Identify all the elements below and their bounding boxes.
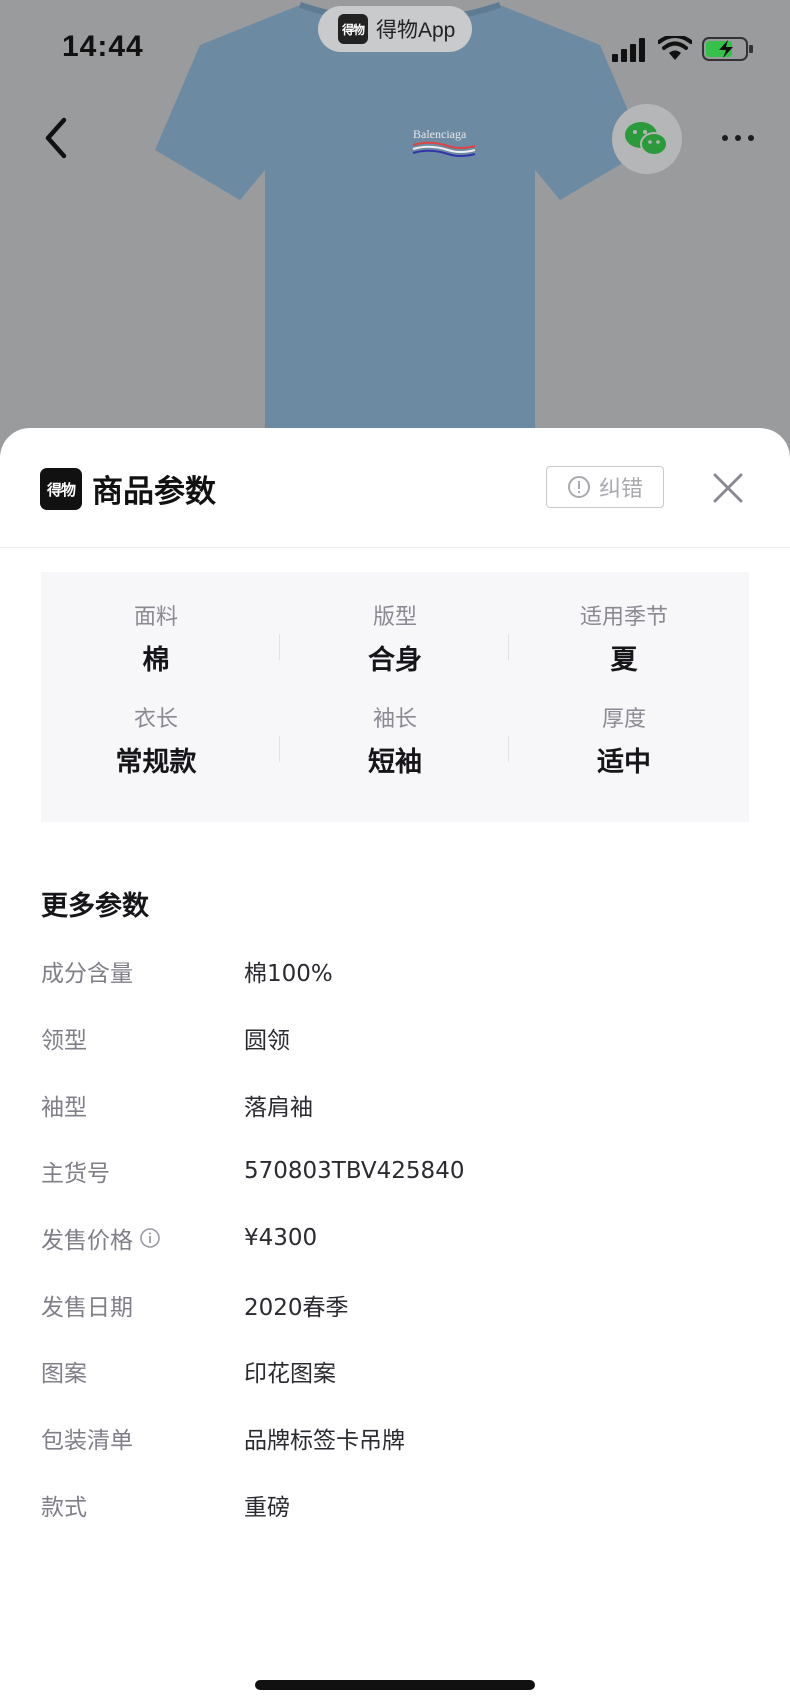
param-label: 衣长 [133, 707, 178, 732]
list-item: 袖型 落肩袖 [41, 1071, 749, 1138]
close-icon[interactable] [710, 470, 746, 506]
list-item: 包装清单 品牌标签卡吊牌 [41, 1405, 749, 1472]
detail-value: 落肩袖 [244, 1094, 313, 1121]
wechat-icon [625, 122, 668, 156]
alert-circle-icon [567, 476, 590, 498]
detail-label: 主货号 [41, 1161, 110, 1188]
detail-label: 包装清单 [41, 1428, 133, 1455]
list-item: 领型 圆领 [41, 1005, 749, 1072]
param-cell: 衣长 常规款 [41, 706, 271, 780]
param-cell: 面料 棉 [41, 604, 271, 678]
param-label: 厚度 [601, 707, 646, 732]
detail-value: 棉100% [244, 961, 333, 988]
detail-value: 圆领 [244, 1028, 290, 1055]
list-item: 发售价格 ¥4300 [41, 1205, 749, 1272]
more-params-title: 更多参数 [41, 891, 149, 922]
app-indicator-pill[interactable]: 得物 得物App [318, 6, 472, 52]
more-dot [735, 135, 741, 141]
report-error-label: 纠错 [598, 477, 643, 502]
detail-value: 2020春季 [244, 1294, 349, 1321]
more-dot [748, 135, 754, 141]
list-item: 成分含量 棉100% [41, 938, 749, 1005]
detail-label: 袖型 [41, 1094, 87, 1121]
app-name: 得物App [376, 19, 456, 42]
info-icon[interactable] [139, 1227, 161, 1249]
sheet-header: 得物 商品参数 纠错 [0, 428, 790, 548]
battery-charging-icon [702, 37, 753, 61]
detail-label: 图案 [41, 1361, 87, 1388]
param-label: 袖长 [372, 707, 417, 732]
detail-label: 成分含量 [41, 961, 133, 988]
cellular-signal-icon [612, 38, 645, 62]
key-params-grid: 面料 棉 版型 合身 适用季节 夏 衣长 常规款 袖长 短袖 厚度 适中 [41, 572, 749, 822]
grid-divider [279, 736, 280, 762]
detail-value: ¥4300 [244, 1225, 318, 1252]
detail-value: 重磅 [244, 1494, 290, 1521]
detail-value: 印花图案 [244, 1361, 336, 1388]
param-cell: 厚度 适中 [509, 706, 739, 780]
app-logo-icon: 得物 [338, 14, 368, 44]
detail-label: 领型 [41, 1028, 87, 1055]
param-value: 夏 [610, 645, 638, 676]
wechat-share-button[interactable] [612, 104, 682, 174]
list-item: 发售日期 2020春季 [41, 1271, 749, 1338]
param-value: 适中 [597, 747, 651, 778]
param-value: 短袖 [368, 747, 422, 778]
wifi-icon [658, 36, 692, 60]
detail-label: 发售日期 [41, 1294, 133, 1321]
status-time: 14:44 [62, 30, 144, 63]
param-value: 常规款 [115, 747, 197, 778]
detail-value: 570803TBV425840 [244, 1158, 465, 1185]
param-value: 棉 [142, 645, 170, 676]
param-cell: 袖长 短袖 [280, 706, 510, 780]
sheet-title: 商品参数 [92, 474, 216, 510]
detail-label: 款式 [41, 1494, 87, 1521]
more-params-list: 成分含量 棉100% 领型 圆领 袖型 落肩袖 主货号 570803TBV425… [41, 938, 749, 1538]
home-indicator[interactable] [255, 1680, 535, 1690]
list-item: 主货号 570803TBV425840 [41, 1138, 749, 1205]
back-chevron-icon[interactable] [36, 110, 76, 166]
product-params-sheet: 得物 商品参数 纠错 面料 棉 版型 合身 适用季节 夏 衣长 常规款 袖长 短… [0, 428, 790, 1708]
grid-divider [508, 634, 509, 660]
dewu-logo-icon: 得物 [40, 468, 82, 510]
more-options-button[interactable] [708, 110, 768, 166]
param-cell: 适用季节 夏 [509, 604, 739, 678]
report-error-button[interactable]: 纠错 [546, 466, 664, 508]
detail-label: 发售价格 [41, 1228, 133, 1255]
status-bar: 14:44 得物 得物App [0, 0, 790, 100]
grid-divider [279, 634, 280, 660]
param-value: 合身 [368, 645, 422, 676]
list-item: 图案 印花图案 [41, 1338, 749, 1405]
grid-divider [508, 736, 509, 762]
param-cell: 版型 合身 [280, 604, 510, 678]
param-label: 版型 [372, 605, 417, 630]
param-label: 适用季节 [579, 605, 668, 630]
list-item: 款式 重磅 [41, 1472, 749, 1539]
detail-value: 品牌标签卡吊牌 [244, 1428, 405, 1455]
more-dot [722, 135, 728, 141]
param-label: 面料 [133, 605, 178, 630]
